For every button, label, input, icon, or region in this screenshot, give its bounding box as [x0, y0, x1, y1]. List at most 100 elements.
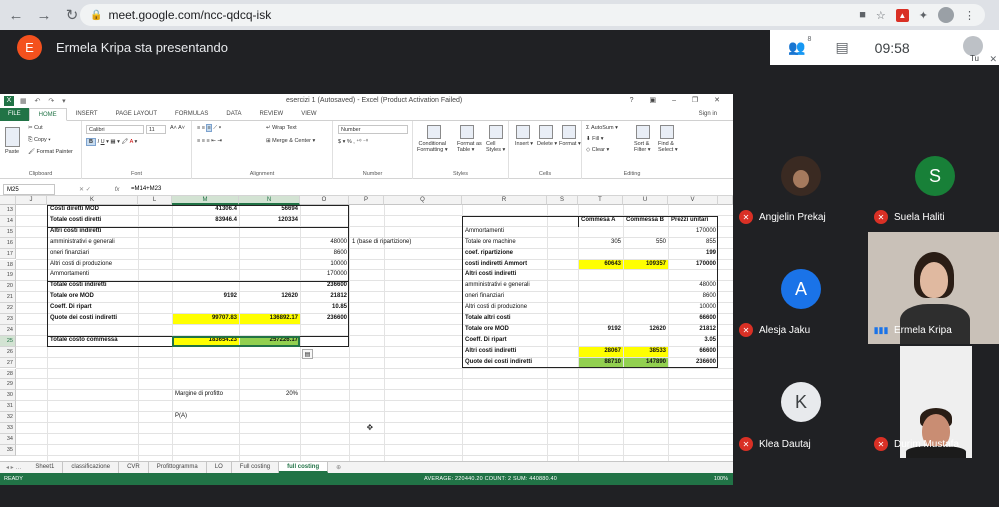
format-cells-button[interactable]: Format ▾ [559, 141, 581, 147]
conditional-formatting-button[interactable]: Conditional Formatting ▾ [417, 141, 448, 153]
sheet-tab-sheet1[interactable]: Sheet1 [27, 462, 64, 473]
column-header-r[interactable]: R [462, 196, 547, 205]
column-header-v[interactable]: V [668, 196, 718, 205]
sign-in-link[interactable]: Sign in [699, 111, 717, 117]
paste-icon[interactable] [5, 127, 20, 147]
underline-button[interactable]: U [101, 139, 105, 145]
row-header-22[interactable]: 22 [0, 303, 16, 314]
sort-filter-button[interactable]: Sort & Filter ▾ [634, 141, 651, 153]
tab-file[interactable]: FILE [0, 107, 29, 121]
tab-home[interactable]: HOME [28, 107, 67, 121]
merge-center-button[interactable]: ⊞ Merge & Center ▾ [266, 138, 315, 144]
column-header-q[interactable]: Q [384, 196, 462, 205]
self-avatar[interactable] [963, 36, 983, 56]
paste-button[interactable]: Paste [5, 149, 19, 155]
row-header-33[interactable]: 33 [0, 423, 16, 434]
font-grow-shrink-icons[interactable]: A˄ A˅ [170, 125, 185, 131]
address-bar[interactable]: 🔒 meet.google.com/ncc-qdcq-isk ■ ☆ ▲ ✦ ⋮ [80, 4, 985, 26]
number-format-icons[interactable]: $ ▾ % , ⁺⁰ ⁻⁰ [338, 139, 368, 145]
camera-icon[interactable]: ■ [859, 9, 866, 21]
font-name-select[interactable]: Calibri [86, 125, 144, 134]
sheet-tab-cvr[interactable]: CVR [119, 462, 149, 473]
delete-cells-button[interactable]: Delete ▾ [537, 141, 557, 147]
name-box[interactable]: M25 [3, 184, 55, 195]
window-controls[interactable]: ? ▣ – ❐ ✕ [630, 96, 727, 104]
row-header-35[interactable]: 35 [0, 444, 16, 456]
column-header-s[interactable]: S [547, 196, 578, 205]
find-select-button[interactable]: Find & Select ▾ [658, 141, 678, 153]
profile-icon[interactable] [938, 7, 954, 23]
tab-review[interactable]: REVIEW [251, 108, 293, 121]
delete-cells-icon[interactable] [539, 125, 553, 139]
row-header-28[interactable]: 28 [0, 368, 16, 380]
row-header-31[interactable]: 31 [0, 401, 16, 413]
italic-button[interactable]: I [98, 139, 100, 145]
font-style-buttons[interactable]: B I U ▾ ▦ ▾ 🖍 A ▾ [86, 138, 137, 146]
row-header-26[interactable]: 26 [0, 346, 16, 358]
row-header-21[interactable]: 21 [0, 292, 16, 304]
tab-insert[interactable]: INSERT [67, 108, 107, 121]
forward-icon[interactable]: → [32, 3, 56, 27]
insert-cells-button[interactable]: Insert ▾ [515, 141, 533, 147]
format-as-table-icon[interactable] [460, 125, 474, 139]
row-header-16[interactable]: 16 [0, 237, 16, 249]
row-header-20[interactable]: 20 [0, 281, 16, 293]
column-header-p[interactable]: P [349, 196, 384, 205]
spreadsheet-grid[interactable]: J K L M N O P Q R S T U V 13 14 15 16 17 18 19 20 21 22 23 24 25 2… [0, 196, 733, 475]
conditional-formatting-icon[interactable] [427, 125, 441, 139]
tab-page-layout[interactable]: PAGE LAYOUT [107, 108, 166, 121]
sheet-tab-profittogramma[interactable]: Profittogramma [149, 462, 207, 473]
sort-filter-icon[interactable] [636, 125, 650, 139]
sheet-scroll-icons[interactable]: ◂ ▸ … [0, 464, 27, 471]
people-icon[interactable]: 👥 8 [788, 36, 811, 56]
row-header-25[interactable]: 25 [0, 335, 16, 347]
row-header-29[interactable]: 29 [0, 379, 16, 391]
row-header-34[interactable]: 34 [0, 433, 16, 445]
horizontal-align-icons[interactable]: ≡ ≡ ≡ ⇤ ⇥ [197, 138, 222, 144]
row-header-15[interactable]: 15 [0, 226, 16, 238]
sheet-tab-lo[interactable]: LO [207, 462, 232, 473]
cell-p16[interactable]: 1 (base di ripartizione) [350, 238, 459, 248]
cell-label-32[interactable]: P(A) [173, 412, 262, 422]
font-size-select[interactable]: 11 [146, 125, 166, 134]
quick-access-icons[interactable]: ▦ ↶ ↷ ▾ [20, 97, 69, 105]
chat-icon[interactable]: ▤ [835, 39, 848, 56]
back-icon[interactable]: ← [4, 3, 28, 27]
row-header-17[interactable]: 17 [0, 248, 16, 260]
row-header-30[interactable]: 30 [0, 390, 16, 402]
column-header-m[interactable]: M [172, 196, 239, 205]
copy-button[interactable]: ⎘ Copy ▾ [28, 137, 51, 144]
vertical-scrollbar[interactable] [718, 196, 733, 205]
row-header-14[interactable]: 14 [0, 215, 16, 227]
column-header-k[interactable]: K [47, 196, 138, 205]
extensions-icon[interactable]: ✦ [919, 9, 928, 22]
tab-view[interactable]: VIEW [292, 108, 325, 121]
wrap-text-button[interactable]: ↵ Wrap Text [266, 125, 297, 131]
cell-styles-icon[interactable] [489, 125, 503, 139]
tab-data[interactable]: DATA [217, 108, 250, 121]
zoom-level[interactable]: 100% [714, 476, 728, 482]
cell-styles-button[interactable]: Cell Styles ▾ [486, 141, 505, 153]
column-header-j[interactable]: J [16, 196, 47, 205]
cell-n30[interactable]: 20% [240, 390, 300, 400]
sheet-tab-classificazione[interactable]: classificazione [63, 462, 120, 473]
column-header-t[interactable]: T [578, 196, 623, 205]
menu-icon[interactable]: ⋮ [964, 9, 975, 22]
pdf-extension-icon[interactable]: ▲ [895, 8, 909, 22]
row-header-24[interactable]: 24 [0, 324, 16, 336]
column-header-l[interactable]: L [138, 196, 172, 205]
font-color-button[interactable]: A [130, 139, 133, 145]
number-format-select[interactable]: Number [338, 125, 408, 134]
format-as-table-button[interactable]: Format as Table ▾ [457, 141, 482, 153]
row-header-27[interactable]: 27 [0, 357, 16, 369]
find-select-icon[interactable] [660, 125, 674, 139]
tab-formulas[interactable]: FORMULAS [166, 108, 217, 121]
column-header-u[interactable]: U [623, 196, 668, 205]
fill-button[interactable]: ⬇ Fill ▾ [586, 136, 603, 142]
row-header-23[interactable]: 23 [0, 314, 16, 325]
column-header-n[interactable]: N [239, 196, 300, 205]
bold-button[interactable]: B [86, 138, 96, 146]
sheet-tab-full-costing-2[interactable]: full costing [279, 462, 329, 473]
clear-button[interactable]: ◇ Clear ▾ [586, 147, 609, 153]
autosum-button[interactable]: Σ AutoSum ▾ [586, 125, 618, 131]
